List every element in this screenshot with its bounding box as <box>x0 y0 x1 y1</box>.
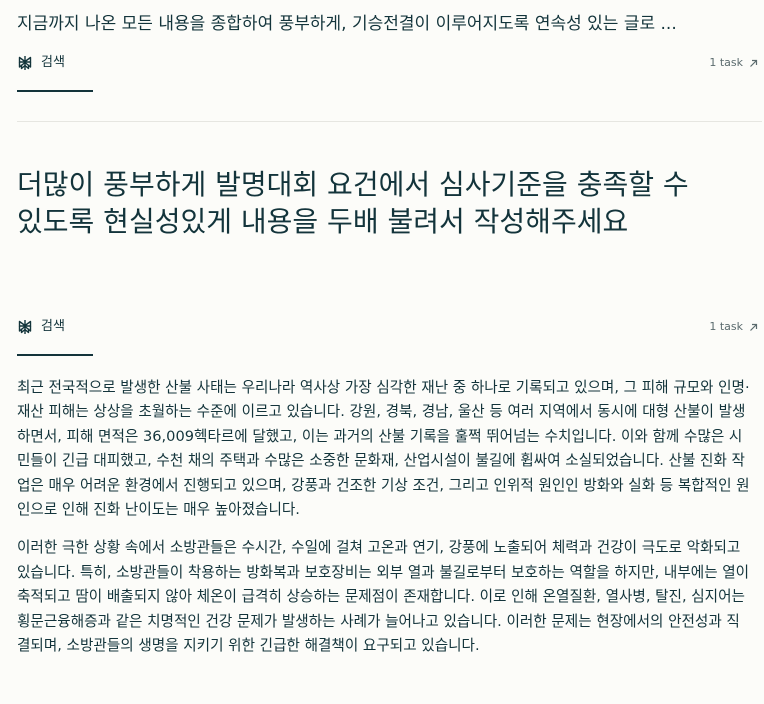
arrow-up-right-icon <box>749 322 758 331</box>
tasks-label: 1 task <box>709 320 743 333</box>
section-divider <box>17 121 762 122</box>
tab-active-indicator <box>17 90 93 92</box>
tab-search-label: 검색 <box>41 319 65 334</box>
previous-query-title: 지금까지 나온 모든 내용을 종합하여 풍부하게, 기승전결이 이루어지도록 연… <box>17 14 677 34</box>
tasks-label: 1 task <box>709 56 743 69</box>
answer-paragraph: 이러한 극한 상황 속에서 소방관들은 수시간, 수일에 걸쳐 고온과 연기, … <box>17 539 750 655</box>
previous-answer-tabbar: 검색 1 task <box>17 52 762 92</box>
answer-tabbar: 검색 1 task <box>17 316 762 356</box>
perplexity-logo-icon <box>17 55 33 71</box>
query-title: 더많이 풍부하게 발명대회 요건에서 심사기준을 충족할 수 있도록 현실성있게… <box>17 168 689 238</box>
perplexity-logo-icon <box>17 319 33 335</box>
tasks-link[interactable]: 1 task <box>709 320 758 333</box>
tab-search-label: 검색 <box>41 55 65 70</box>
tasks-link[interactable]: 1 task <box>709 56 758 69</box>
tab-search[interactable]: 검색 <box>17 316 93 354</box>
tab-search[interactable]: 검색 <box>17 52 93 90</box>
answer-body: 최근 전국적으로 발생한 산불 사태는 우리나라 역사상 가장 심각한 재난 중… <box>17 376 752 672</box>
answer-paragraph: 최근 전국적으로 발생한 산불 사태는 우리나라 역사상 가장 심각한 재난 중… <box>17 379 750 519</box>
tab-active-indicator <box>17 354 93 356</box>
arrow-up-right-icon <box>749 58 758 67</box>
